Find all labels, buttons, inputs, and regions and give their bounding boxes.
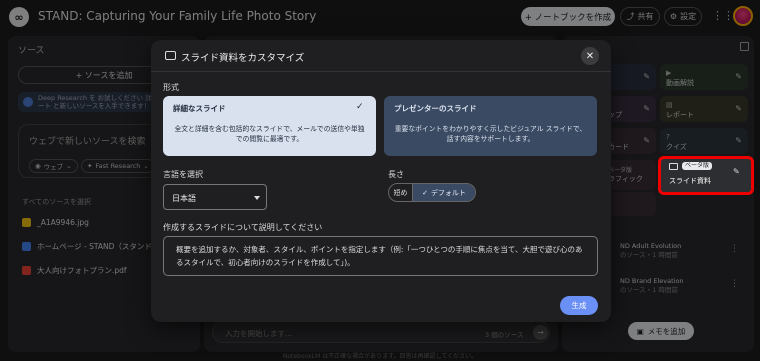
- slides-icon: [669, 163, 678, 170]
- length-toggle[interactable]: 短め ✓ デフォルト: [388, 183, 476, 202]
- generate-button[interactable]: 生成: [560, 296, 598, 315]
- language-value: 日本語: [172, 194, 196, 203]
- slides-icon: [165, 51, 176, 60]
- length-label: 長さ: [388, 170, 404, 179]
- beta-badge: ベータ版: [682, 162, 713, 170]
- slide-deck-label: スライド資料: [669, 177, 711, 185]
- check-icon: ✓: [356, 102, 364, 112]
- dialog-header: スライド資料をカスタマイズ ✕: [151, 40, 611, 72]
- format-option-detailed[interactable]: 詳細なスライド ✓ 全文と詳細を含む包括的なスライドで、メールでの送信や単独での…: [163, 96, 376, 156]
- language-label: 言語を選択: [163, 170, 203, 179]
- language-select[interactable]: 日本語: [163, 184, 267, 210]
- dialog-title: スライド資料をカスタマイズ: [181, 53, 305, 64]
- check-icon: ✓: [422, 188, 428, 197]
- edit-icon[interactable]: ✎: [733, 167, 740, 176]
- describe-label: 作成するスライドについて説明してください: [163, 223, 323, 232]
- format-description: 重要なポイントをわかりやすく示したビジュアル スライドで、話す内容をサポートしま…: [394, 125, 587, 143]
- format-title: 詳細なスライド: [173, 104, 226, 113]
- slide-description-textarea[interactable]: 概要を追加するか、対象者、スタイル、ポイントを指定します（例:「一つひとつの手順…: [163, 236, 598, 276]
- length-default-option[interactable]: ✓ デフォルト: [413, 184, 475, 201]
- length-short-option[interactable]: 短め: [389, 184, 413, 201]
- format-option-presenter[interactable]: プレゼンターのスライド 重要なポイントをわかりやすく示したビジュアル スライドで…: [384, 96, 597, 156]
- format-description: 全文と詳細を含む包括的なスライドで、メールでの送信や単独での閲覧に最適です。: [174, 125, 365, 143]
- length-default-label: デフォルト: [430, 188, 466, 197]
- chevron-down-icon: [254, 196, 260, 200]
- slide-deck-tile[interactable]: ベータ版 スライド資料 ✎: [658, 156, 754, 195]
- format-label: 形式: [163, 83, 179, 92]
- format-title: プレゼンターのスライド: [394, 104, 477, 113]
- close-button[interactable]: ✕: [581, 47, 599, 65]
- customize-slides-dialog: スライド資料をカスタマイズ ✕ 形式 詳細なスライド ✓ 全文と詳細を含む包括的…: [151, 40, 611, 322]
